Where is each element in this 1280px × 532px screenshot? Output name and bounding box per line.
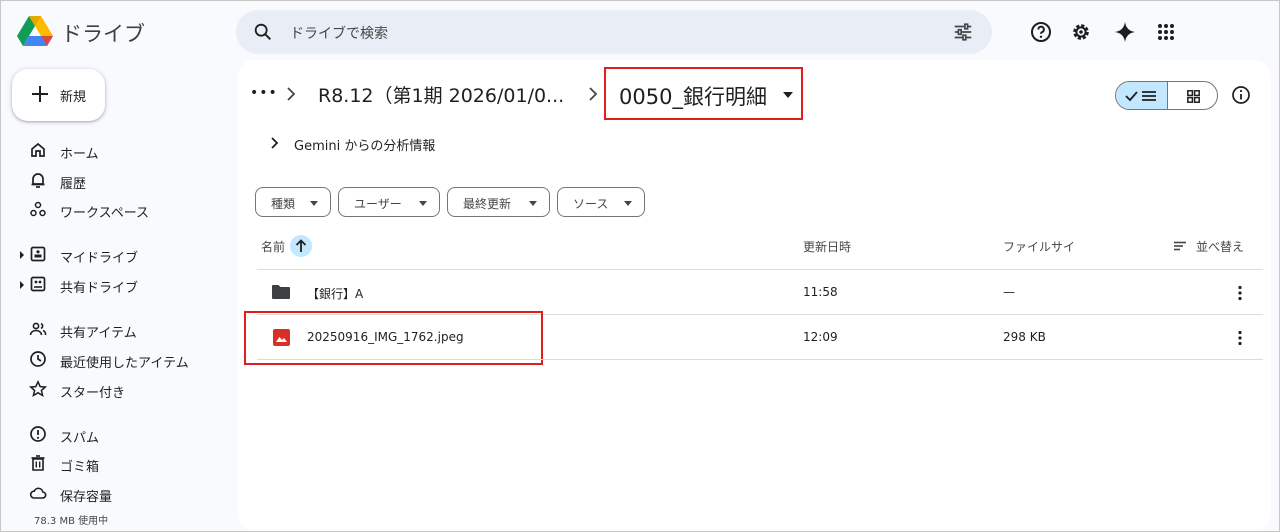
search-options-icon[interactable] xyxy=(952,21,974,43)
gemini-insights-toggle[interactable]: Gemini からの分析情報 xyxy=(294,135,435,154)
folder-icon xyxy=(272,285,290,299)
chevron-right-icon[interactable] xyxy=(270,137,279,149)
search-input[interactable]: ドライブで検索 xyxy=(290,23,388,43)
workspaces-icon xyxy=(30,201,46,217)
sidebar-item-label: スパム xyxy=(60,431,100,446)
new-button-label: 新規 xyxy=(60,90,87,105)
sidebar-item-label: マイドライブ xyxy=(60,251,139,266)
drive-logo[interactable] xyxy=(17,15,53,47)
sidebar-item-storage[interactable]: 保存容量 xyxy=(1,480,231,508)
list-view-icon xyxy=(1125,91,1156,102)
settings-gear-icon[interactable] xyxy=(1069,20,1093,44)
search-bar[interactable]: ドライブで検索 xyxy=(236,10,992,54)
caret-down-icon[interactable] xyxy=(782,91,794,99)
caret-down-icon xyxy=(419,201,427,206)
chevron-right-icon xyxy=(589,87,598,101)
search-icon[interactable] xyxy=(252,21,274,43)
sidebar-item-workspaces[interactable]: ワークスペース xyxy=(1,196,231,224)
sidebar-item-label: 保存容量 xyxy=(60,490,113,505)
file-modified: 11:58 xyxy=(803,285,838,299)
table-row[interactable] xyxy=(257,270,1263,314)
chip-label: 種類 xyxy=(271,197,296,211)
my-drive-icon xyxy=(30,246,46,262)
app-title: ドライブ xyxy=(61,22,145,46)
storage-usage-text: 78.3 MB 使用中 xyxy=(34,516,109,527)
spam-icon xyxy=(30,426,46,442)
plus-icon xyxy=(32,86,48,102)
caret-down-icon xyxy=(624,201,632,206)
sidebar-item-history[interactable]: 履歴 xyxy=(1,167,231,195)
sidebar-item-trash[interactable]: ゴミ箱 xyxy=(1,450,231,478)
sort-ascending-icon[interactable] xyxy=(290,235,312,257)
filter-people-chip[interactable]: ユーザー xyxy=(338,187,440,217)
chip-label: ソース xyxy=(573,197,609,211)
image-file-icon xyxy=(273,329,290,346)
sidebar-item-recent[interactable]: 最近使用したアイテム xyxy=(1,346,231,374)
file-name[interactable]: 【銀行】A xyxy=(307,285,363,302)
help-icon[interactable] xyxy=(1029,20,1053,44)
chip-label: ユーザー xyxy=(354,197,402,211)
column-header-name[interactable]: 名前 xyxy=(261,238,285,255)
filter-type-chip[interactable]: 種類 xyxy=(255,187,331,217)
caret-down-icon xyxy=(310,201,318,206)
bell-icon xyxy=(31,173,45,188)
file-size: — xyxy=(1003,285,1015,299)
apps-grid-icon[interactable] xyxy=(1154,20,1178,44)
breadcrumb-current-folder[interactable]: 0050_銀行明細 xyxy=(619,81,767,111)
chip-label: 最終更新 xyxy=(463,197,512,211)
star-icon xyxy=(29,380,47,398)
more-actions-icon[interactable] xyxy=(1237,330,1243,346)
sidebar-item-label: ゴミ箱 xyxy=(60,460,100,475)
filter-modified-chip[interactable]: 最終更新 xyxy=(447,187,550,217)
list-view-button[interactable] xyxy=(1116,82,1168,109)
clock-icon xyxy=(30,351,46,367)
grid-view-icon xyxy=(1187,90,1200,103)
view-toggle[interactable] xyxy=(1115,81,1218,110)
filter-source-chip[interactable]: ソース xyxy=(557,187,645,217)
sidebar-item-starred[interactable]: スター付き xyxy=(1,376,231,404)
breadcrumb-parent-folder[interactable]: R8.12（第1期 2026/01/0... xyxy=(318,81,564,108)
sidebar-item-label: スター付き xyxy=(60,386,126,401)
caret-right-icon[interactable] xyxy=(19,251,25,259)
sidebar-item-label: 最近使用したアイテム xyxy=(60,356,189,371)
file-size: 298 KB xyxy=(1003,330,1046,344)
sort-options-label[interactable]: 並べ替え xyxy=(1196,238,1244,255)
row-divider xyxy=(257,359,1263,360)
home-icon xyxy=(31,142,45,157)
caret-right-icon[interactable] xyxy=(19,281,25,289)
sidebar-item-shared-drives[interactable]: 共有ドライブ xyxy=(1,271,231,299)
column-header-size[interactable]: ファイルサイ xyxy=(1003,238,1075,255)
trash-icon xyxy=(31,455,45,471)
breadcrumb-more-button[interactable]: ••• xyxy=(250,85,278,101)
column-header-modified[interactable]: 更新日時 xyxy=(803,238,851,255)
caret-down-icon xyxy=(529,201,537,206)
sidebar-item-home[interactable]: ホーム xyxy=(1,137,231,165)
shared-drives-icon xyxy=(30,276,46,292)
sidebar-item-label: ワークスペース xyxy=(60,206,150,221)
sidebar-item-shared-with-me[interactable]: 共有アイテム xyxy=(1,316,231,344)
file-name[interactable]: 20250916_IMG_1762.jpeg xyxy=(307,330,464,344)
sidebar-item-label: ホーム xyxy=(60,147,99,162)
sort-options-icon[interactable] xyxy=(1173,241,1187,251)
grid-view-button[interactable] xyxy=(1168,82,1217,109)
sidebar-item-my-drive[interactable]: マイドライブ xyxy=(1,241,231,269)
sidebar-item-label: 共有ドライブ xyxy=(60,281,139,296)
sidebar-item-label: 履歴 xyxy=(60,177,87,192)
gemini-sparkle-icon[interactable] xyxy=(1113,20,1137,44)
people-icon xyxy=(29,322,47,336)
drive-window: ドライブ ドライブで検索 新規 ホーム 履歴 ワークスペース マイドライブ 共有… xyxy=(0,0,1280,532)
more-actions-icon[interactable] xyxy=(1237,285,1243,301)
new-button[interactable]: 新規 xyxy=(12,69,105,121)
sidebar-item-label: 共有アイテム xyxy=(60,326,137,341)
cloud-icon xyxy=(29,487,47,499)
file-modified: 12:09 xyxy=(803,330,838,344)
info-icon[interactable] xyxy=(1231,85,1251,105)
chevron-right-icon xyxy=(287,87,296,101)
sidebar-item-spam[interactable]: スパム xyxy=(1,421,231,449)
